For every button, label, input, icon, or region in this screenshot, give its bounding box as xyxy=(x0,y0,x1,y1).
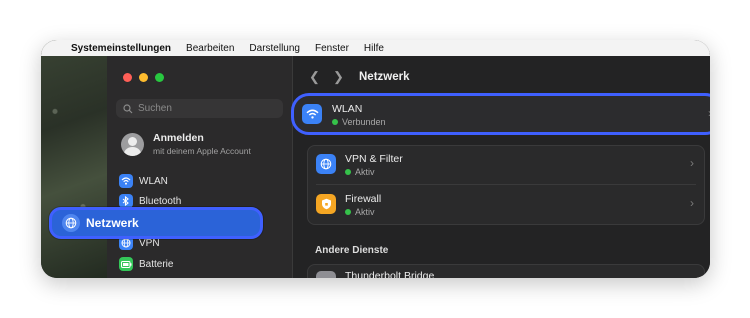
status-dot xyxy=(332,119,338,125)
vpn-filter-status: Aktiv xyxy=(345,167,375,177)
sidebar-item-label: WLAN xyxy=(139,175,168,187)
wlan-status: Verbunden xyxy=(332,117,386,127)
search-input[interactable]: Suchen xyxy=(116,99,283,118)
firewall-title: Firewall xyxy=(345,193,382,205)
close-button[interactable] xyxy=(123,73,132,82)
account-subtitle: mit deinem Apple Account xyxy=(153,146,251,156)
thunderbolt-title: Thunderbolt Bridge xyxy=(345,270,435,278)
sidebar-item-wlan[interactable]: WLAN xyxy=(119,173,168,189)
battery-icon xyxy=(119,257,133,271)
back-arrow-icon[interactable]: ❮ xyxy=(309,69,323,85)
account-signin[interactable]: Anmelden mit deinem Apple Account xyxy=(121,132,251,156)
desktop-wallpaper xyxy=(41,40,111,278)
window-controls xyxy=(123,73,164,82)
status-dot xyxy=(345,209,351,215)
menu-app-name[interactable]: Systemeinstellungen xyxy=(71,43,171,54)
search-icon xyxy=(123,103,133,113)
menu-hilfe[interactable]: Hilfe xyxy=(364,43,384,54)
chevron-right-icon: › xyxy=(690,196,694,210)
page-title: Netzwerk xyxy=(359,71,410,83)
sidebar-item-netzwerk[interactable]: Netzwerk xyxy=(49,207,263,239)
vpn-filter-title: VPN & Filter xyxy=(345,153,403,165)
account-name: Anmelden xyxy=(153,132,204,144)
wlan-row[interactable]: WLAN Verbunden › xyxy=(291,93,710,135)
sidebar-item-batterie[interactable]: Batterie xyxy=(119,256,173,272)
firewall-status: Aktiv xyxy=(345,207,375,217)
minimize-button[interactable] xyxy=(139,73,148,82)
other-services-group: Thunderbolt Bridge xyxy=(307,264,705,278)
wifi-icon xyxy=(302,104,322,124)
wlan-status-text: Verbunden xyxy=(342,117,386,127)
sidebar-item-label: VPN xyxy=(139,237,160,249)
sidebar-item-label: Bluetooth xyxy=(139,195,182,207)
menu-darstellung[interactable]: Darstellung xyxy=(249,43,300,54)
chevron-right-icon: › xyxy=(690,156,694,170)
screenshot-frame: Systemeinstellungen Bearbeiten Darstellu… xyxy=(41,40,710,278)
sidebar: Suchen Anmelden mit deinem Apple Account… xyxy=(107,56,293,278)
main-pane: ❮ ❯ Netzwerk WLAN Verbunden › xyxy=(291,56,710,278)
globe-icon xyxy=(62,214,80,232)
wifi-icon xyxy=(119,174,133,188)
menu-bar: Systemeinstellungen Bearbeiten Darstellu… xyxy=(41,40,710,56)
menu-fenster[interactable]: Fenster xyxy=(315,43,349,54)
forward-arrow-icon[interactable]: ❯ xyxy=(333,69,347,85)
wlan-title: WLAN xyxy=(332,103,363,115)
divider xyxy=(316,184,696,185)
zoom-button[interactable] xyxy=(155,73,164,82)
chevron-right-icon: › xyxy=(708,106,710,120)
settings-window: Suchen Anmelden mit deinem Apple Account… xyxy=(107,56,710,278)
toolbar: ❮ ❯ Netzwerk xyxy=(309,69,410,85)
sidebar-item-label: Batterie xyxy=(139,258,174,270)
vpn-filter-status-text: Aktiv xyxy=(355,167,375,177)
search-placeholder: Suchen xyxy=(138,103,172,114)
thunderbolt-icon xyxy=(316,271,336,278)
services-group: VPN & Filter Aktiv › Firewall Aktiv › xyxy=(307,145,705,225)
bluetooth-icon xyxy=(119,194,133,208)
vpn-globe-icon xyxy=(316,154,336,174)
sidebar-item-label: Netzwerk xyxy=(86,216,139,230)
status-dot xyxy=(345,169,351,175)
avatar xyxy=(121,132,144,156)
firewall-status-text: Aktiv xyxy=(355,207,375,217)
menu-bearbeiten[interactable]: Bearbeiten xyxy=(186,43,234,54)
section-heading: Andere Dienste xyxy=(315,245,389,256)
shield-icon xyxy=(316,194,336,214)
